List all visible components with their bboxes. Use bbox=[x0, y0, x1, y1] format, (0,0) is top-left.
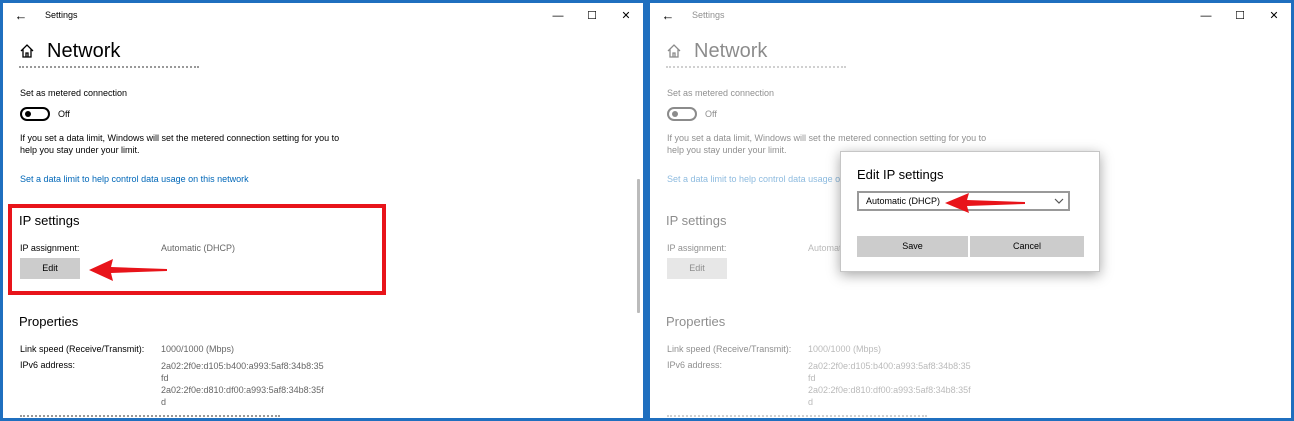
cancel-button[interactable]: Cancel bbox=[970, 236, 1084, 257]
save-button[interactable]: Save bbox=[857, 236, 968, 257]
toggle-knob bbox=[672, 111, 678, 117]
link-speed-value: 1000/1000 (Mbps) bbox=[161, 344, 235, 354]
close-button[interactable]: ✕ bbox=[1257, 3, 1291, 29]
red-arrow-icon bbox=[89, 259, 167, 281]
scrollbar[interactable] bbox=[637, 179, 640, 313]
back-arrow-icon[interactable]: ← bbox=[658, 6, 678, 26]
properties-heading: Properties bbox=[19, 314, 79, 329]
ip-assignment-label: IP assignment: bbox=[667, 243, 727, 253]
home-icon bbox=[667, 44, 681, 58]
ipv6-address-1: 2a02:2f0e:d105:b400:a993:5af8:34b8:35fd bbox=[808, 361, 971, 383]
minimize-button[interactable]: — bbox=[541, 3, 575, 29]
clipped-text bbox=[19, 61, 219, 69]
maximize-button[interactable]: ☐ bbox=[575, 3, 609, 29]
metered-info: If you set a data limit, Windows will se… bbox=[20, 133, 340, 155]
ipv6-address-1: 2a02:2f0e:d105:b400:a993:5af8:34b8:35fd bbox=[161, 361, 324, 383]
toggle-state: Off bbox=[705, 109, 717, 119]
link-speed-label: Link speed (Receive/Transmit): bbox=[667, 344, 792, 354]
ipv6-label: IPv6 address: bbox=[20, 360, 76, 370]
metered-label: Set as metered connection bbox=[20, 88, 128, 98]
ipv6-address-2: 2a02:2f0e:d810:df00:a993:5af8:34b8:35fd bbox=[808, 385, 971, 407]
window-controls: — ☐ ✕ bbox=[541, 3, 643, 29]
red-arrow-icon bbox=[945, 193, 1025, 213]
clipped-text bbox=[666, 61, 866, 69]
dialog-title: Edit IP settings bbox=[857, 167, 944, 182]
toggle-state: Off bbox=[58, 109, 70, 119]
back-arrow-icon[interactable]: ← bbox=[11, 6, 31, 26]
metered-toggle[interactable] bbox=[20, 107, 50, 121]
titlebar: ← Settings — ☐ ✕ bbox=[3, 3, 643, 29]
metered-toggle bbox=[667, 107, 697, 121]
ipv6-value: 2a02:2f0e:d105:b400:a993:5af8:34b8:35fd … bbox=[808, 360, 973, 408]
edit-button: Edit bbox=[667, 258, 727, 279]
minimize-button[interactable]: — bbox=[1189, 3, 1223, 29]
close-button[interactable]: ✕ bbox=[609, 3, 643, 29]
settings-window-right: ← Settings — ☐ ✕ Network Set as metered … bbox=[650, 3, 1291, 418]
toggle-knob bbox=[25, 111, 31, 117]
clipped-text-bottom bbox=[20, 414, 320, 418]
metered-label: Set as metered connection bbox=[667, 88, 775, 98]
window-title: Settings bbox=[45, 10, 78, 20]
ipv6-address-2: 2a02:2f0e:d810:df00:a993:5af8:34b8:35fd bbox=[161, 385, 324, 407]
maximize-button[interactable]: ☐ bbox=[1223, 3, 1257, 29]
window-title: Settings bbox=[692, 10, 725, 20]
link-speed-label: Link speed (Receive/Transmit): bbox=[20, 344, 145, 354]
clipped-text-bottom bbox=[667, 414, 967, 418]
highlight-box bbox=[8, 204, 386, 295]
home-icon[interactable] bbox=[19, 43, 35, 59]
page-title: Network bbox=[694, 40, 768, 62]
chevron-down-icon bbox=[1054, 198, 1064, 204]
ipv6-value: 2a02:2f0e:d105:b400:a993:5af8:34b8:35fd … bbox=[161, 360, 326, 408]
ip-settings-heading: IP settings bbox=[666, 213, 727, 228]
ipv6-label: IPv6 address: bbox=[667, 360, 723, 370]
settings-window-left: ← Settings — ☐ ✕ Network Set as metered … bbox=[3, 3, 643, 418]
page-title: Network bbox=[47, 40, 121, 62]
titlebar: ← Settings — ☐ ✕ bbox=[650, 3, 1291, 29]
link-speed-value: 1000/1000 (Mbps) bbox=[808, 344, 882, 354]
properties-heading: Properties bbox=[666, 314, 726, 329]
data-limit-link[interactable]: Set a data limit to help control data us… bbox=[20, 174, 249, 184]
dropdown-selected-value: Automatic (DHCP) bbox=[866, 196, 941, 206]
window-controls: — ☐ ✕ bbox=[1189, 3, 1291, 29]
